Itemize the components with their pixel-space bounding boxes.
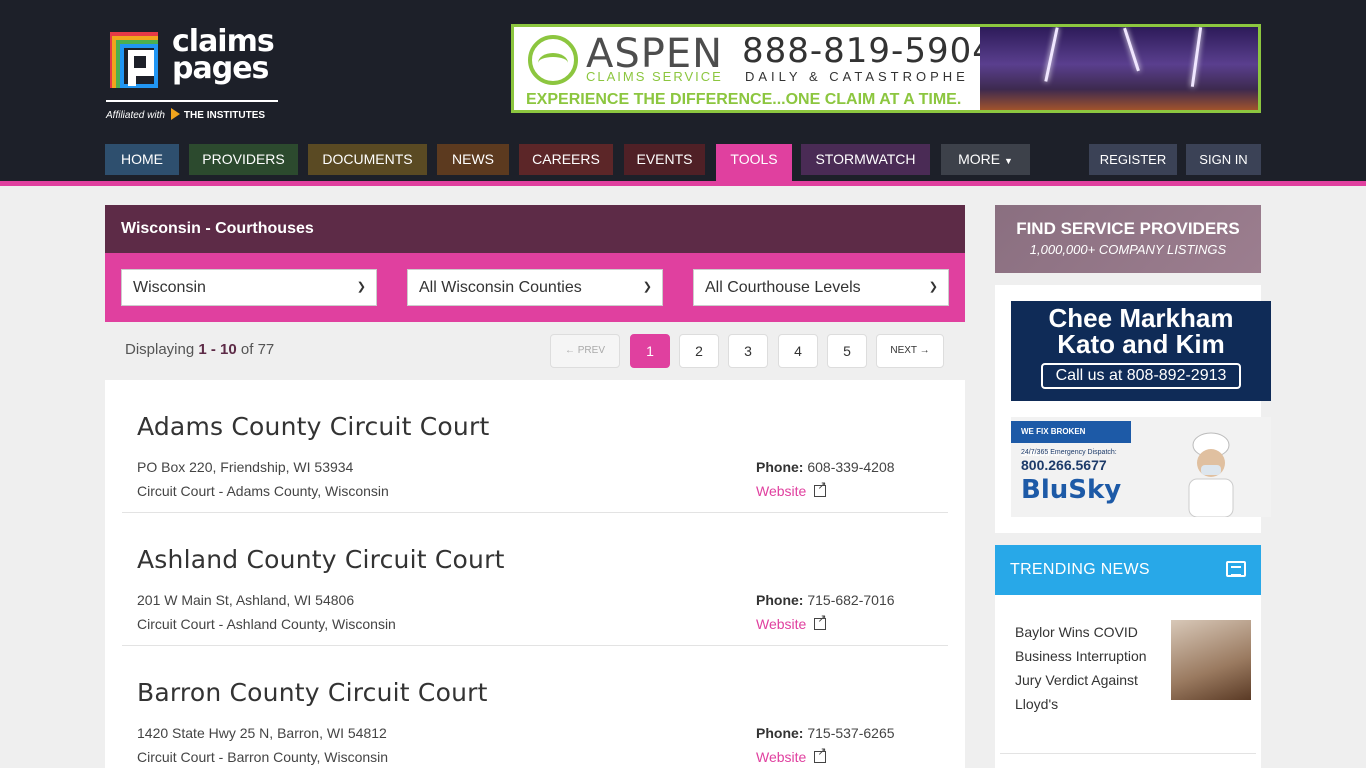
- ad-dispatch: 24/7/365 Emergency Dispatch:: [1021, 449, 1117, 456]
- court-phone: Phone: 608-339-4208: [756, 459, 895, 475]
- banner-phone-subtitle: DAILY & CATASTROPHE: [745, 69, 969, 84]
- chevron-down-icon: ❯: [642, 281, 652, 293]
- court-phone: Phone: 715-537-6265: [756, 725, 895, 741]
- lightning-bolt: [1123, 27, 1140, 72]
- claims-pages-logo-mark-icon: [110, 32, 158, 88]
- court-name[interactable]: Adams County Circuit Court: [137, 412, 489, 441]
- nav-home[interactable]: HOME: [105, 144, 179, 175]
- court-type: Circuit Court - Adams County, Wisconsin: [137, 483, 389, 499]
- find-title: FIND SERVICE PROVIDERS: [1016, 219, 1240, 238]
- ad-name-line2: Kato and Kim: [1057, 329, 1225, 359]
- ad-call: Call us at 808-892-2913: [1041, 363, 1241, 389]
- trending-news-list: Baylor Wins COVID Business Interruption …: [995, 595, 1261, 768]
- ad-phone: 800.266.5677: [1021, 457, 1107, 473]
- ad-strip: WE FIX BROKEN BUILDINGS™: [1011, 421, 1131, 458]
- worker-icon: [1188, 432, 1234, 517]
- court-address: PO Box 220, Friendship, WI 53934: [137, 459, 354, 475]
- court-type: Circuit Court - Barron County, Wisconsin: [137, 749, 389, 765]
- court-website-link[interactable]: Website: [756, 612, 827, 632]
- results-count: Displaying 1 - 10 of 77: [125, 341, 275, 358]
- nav-documents[interactable]: DOCUMENTS: [308, 144, 427, 175]
- nav-careers[interactable]: CAREERS: [519, 144, 613, 175]
- list-item: Barron County Circuit Court 1420 State H…: [122, 646, 948, 768]
- court-website-link[interactable]: Website: [756, 479, 827, 499]
- lightning-bolt: [1044, 27, 1059, 82]
- site-header: claims pages Affiliated with THE INSTITUT…: [0, 0, 1366, 186]
- court-address: 201 W Main St, Ashland, WI 54806: [137, 592, 355, 608]
- pagination-next[interactable]: NEXT →: [876, 334, 944, 368]
- nav-providers[interactable]: PROVIDERS: [189, 144, 298, 175]
- county-select[interactable]: All Wisconsin Counties ❯: [407, 269, 663, 306]
- nav-more[interactable]: MORE ▼: [941, 144, 1030, 175]
- find-subtitle: 1,000,000+ COMPANY LISTINGS: [1029, 242, 1227, 257]
- find-service-providers[interactable]: FIND SERVICE PROVIDERS 1,000,000+ COMPAN…: [995, 205, 1261, 273]
- newspaper-icon: [1226, 561, 1246, 577]
- banner-tagline: EXPERIENCE THE DIFFERENCE...ONE CLAIM AT…: [526, 91, 962, 108]
- chee-markham-ad[interactable]: Chee Markham Kato and Kim Call us at 808…: [1011, 301, 1271, 401]
- chevron-down-icon: ❯: [928, 281, 938, 293]
- court-website-link[interactable]: Website: [756, 745, 827, 765]
- pagination-page[interactable]: 3: [728, 334, 768, 368]
- signin-button[interactable]: SIGN IN: [1186, 144, 1261, 175]
- sidebar-ads: Chee Markham Kato and Kim Call us at 808…: [995, 285, 1271, 533]
- claims-pages-logo[interactable]: claims pages Affiliated with THE INSTITUT…: [106, 24, 278, 122]
- external-link-icon: [814, 745, 827, 763]
- blusky-ad[interactable]: WE FIX BROKEN BUILDINGS™ 24/7/365 Emerge…: [1011, 417, 1271, 517]
- court-address: 1420 State Hwy 25 N, Barron, WI 54812: [137, 725, 387, 741]
- page-title: Wisconsin - Courthouses: [105, 205, 965, 253]
- trending-news-item[interactable]: Baylor Wins COVID Business Interruption …: [1015, 620, 1155, 716]
- trending-news-header: TRENDING NEWS: [995, 545, 1261, 595]
- divider: [1000, 753, 1256, 754]
- lightning-bolt: [1190, 27, 1203, 87]
- courthouse-list: Adams County Circuit Court PO Box 220, F…: [105, 380, 965, 768]
- court-name[interactable]: Ashland County Circuit Court: [137, 545, 505, 574]
- nav-news[interactable]: NEWS: [437, 144, 509, 175]
- logo-affiliation: Affiliated with THE INSTITUTES: [106, 100, 278, 121]
- list-item: Adams County Circuit Court PO Box 220, F…: [122, 380, 948, 513]
- court-name[interactable]: Barron County Circuit Court: [137, 678, 488, 707]
- ad-name-line1: Chee Markham: [1048, 303, 1234, 333]
- nav-tools[interactable]: TOOLS: [716, 144, 792, 181]
- external-link-icon: [814, 479, 827, 497]
- court-phone: Phone: 715-682-7016: [756, 592, 895, 608]
- aspen-ad-banner[interactable]: ASPEN CLAIMS SERVICE 888-819-5904 DAILY …: [511, 24, 1261, 113]
- aspen-logo-icon: [528, 35, 578, 85]
- pagination-page[interactable]: 2: [679, 334, 719, 368]
- pagination-prev[interactable]: ← PREV: [550, 334, 620, 368]
- lightning-photo: [980, 27, 1258, 110]
- banner-subtitle: CLAIMS SERVICE: [586, 69, 723, 84]
- nav-stormwatch[interactable]: STORMWATCH: [801, 144, 930, 175]
- pagination-page[interactable]: 1: [630, 334, 670, 368]
- banner-phone: 888-819-5904: [742, 31, 995, 71]
- list-item: Ashland County Circuit Court 201 W Main …: [122, 513, 948, 646]
- gavel-thumbnail[interactable]: [1171, 620, 1251, 700]
- register-button[interactable]: REGISTER: [1089, 144, 1177, 175]
- state-select[interactable]: Wisconsin ❯: [121, 269, 377, 306]
- arrow-right-icon: →: [919, 345, 930, 356]
- pagination-page[interactable]: 4: [778, 334, 818, 368]
- institutes-icon: [170, 108, 180, 120]
- filter-bar: Wisconsin ❯ All Wisconsin Counties ❯ All C…: [105, 253, 965, 322]
- nav-events[interactable]: EVENTS: [624, 144, 705, 175]
- pagination-page[interactable]: 5: [827, 334, 867, 368]
- arrow-left-icon: ←: [564, 345, 575, 356]
- caret-down-icon: ▼: [1003, 156, 1013, 166]
- level-select[interactable]: All Courthouse Levels ❯: [693, 269, 949, 306]
- court-type: Circuit Court - Ashland County, Wisconsi…: [137, 616, 396, 632]
- logo-wordmark: claims pages: [172, 24, 275, 86]
- ad-brand: BluSky: [1021, 475, 1122, 505]
- external-link-icon: [814, 612, 827, 630]
- chevron-down-icon: ❯: [356, 281, 366, 293]
